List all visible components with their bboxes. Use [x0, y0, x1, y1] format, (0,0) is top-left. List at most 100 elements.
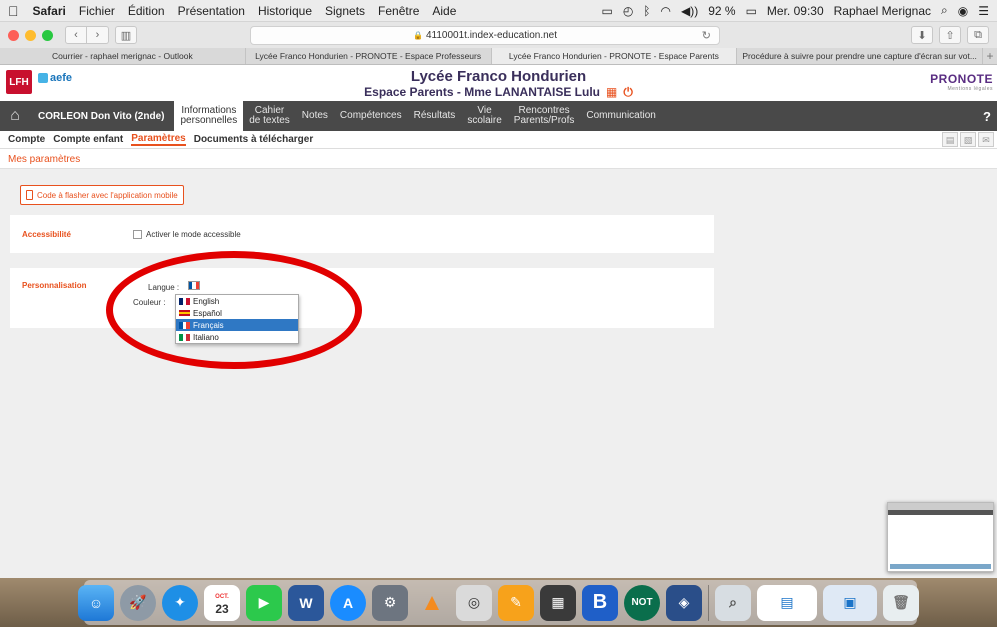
menu-status-area: ▭ ◴ ᛒ ◠ ◀)) 92 % ▭ Mer. 09:30 Raphael Me… — [601, 3, 989, 18]
pages-icon[interactable]: ✎ — [498, 584, 534, 621]
finder-icon[interactable]: ☺ — [78, 584, 114, 621]
apple-icon[interactable]:  — [8, 3, 19, 19]
app-store-icon[interactable]: A — [330, 584, 366, 621]
safari-icon[interactable]: ✦ — [162, 584, 198, 621]
qr-code-icon[interactable]: ▦ — [606, 85, 617, 99]
tab-capture-procedure[interactable]: Procédure à suivre pour prendre une capt… — [737, 48, 983, 64]
sidebar-toggle-button[interactable]: ▥ — [115, 26, 137, 44]
nav-vie-scolaire[interactable]: Vie scolaire — [461, 101, 507, 131]
subnav-documents[interactable]: Documents à télécharger — [194, 134, 314, 145]
address-bar[interactable]: 🔒 4110001t.index-education.net ↻ — [250, 26, 720, 45]
spotlight-icon[interactable]: ⌕ — [941, 3, 948, 18]
section-title: Mes paramètres — [0, 149, 997, 169]
nav-rencontres[interactable]: Rencontres Parents/Profs — [508, 101, 581, 131]
accessibility-label: Accessibilité — [22, 230, 71, 239]
menu-fichier[interactable]: Fichier — [79, 4, 115, 18]
forward-button[interactable]: › — [87, 26, 109, 44]
downloads-button[interactable]: ⬇ — [911, 26, 933, 44]
zoom-window-button[interactable] — [42, 29, 53, 41]
help-icon[interactable]: ? — [977, 101, 997, 131]
phone-icon — [26, 190, 33, 200]
nav-informations-personnelles[interactable]: Informations personnelles — [174, 101, 244, 131]
student-selector[interactable]: CORLEON Don Vito (2nde) — [30, 101, 174, 131]
siri-icon[interactable]: ◉ — [958, 4, 968, 18]
volume-icon[interactable]: ◀)) — [681, 4, 698, 18]
accessible-mode-checkbox[interactable]: Activer le mode accessible — [133, 230, 241, 239]
lock-icon: 🔒 — [413, 31, 423, 40]
menu-aide[interactable]: Aide — [432, 4, 456, 18]
share-button[interactable]: ⇧ — [939, 26, 961, 44]
menu-historique[interactable]: Historique — [258, 4, 312, 18]
mail-icon[interactable]: ✉ — [978, 132, 994, 147]
notability-icon[interactable]: NOT — [624, 584, 660, 621]
notification-center-icon[interactable]: ☰ — [978, 4, 989, 18]
safari-toolbar: ‹ › ▥ 🔒 4110001t.index-education.net ↻ ⬇… — [0, 22, 997, 48]
close-window-button[interactable] — [8, 29, 19, 41]
menu-app-name[interactable]: Safari — [33, 4, 66, 18]
browser-tabs: Courrier - raphael merignac - Outlook Ly… — [0, 48, 997, 65]
legal-mentions-link[interactable]: Mentions légales — [930, 86, 993, 92]
tab-pronote-professeurs[interactable]: Lycée Franco Hondurien - PRONOTE - Espac… — [246, 48, 492, 64]
system-preferences-icon[interactable]: ⚙ — [372, 584, 408, 621]
vlc-icon[interactable]: ▲ — [414, 585, 450, 621]
menu-presentation[interactable]: Présentation — [178, 4, 245, 18]
finder-window-icon[interactable]: ▣ — [823, 584, 877, 621]
subnav-compte-enfant[interactable]: Compte enfant — [53, 134, 123, 145]
checkbox-box[interactable] — [133, 230, 142, 239]
logout-icon[interactable]: ⏻ — [623, 85, 633, 99]
pronote-header: LFH aefe Lycée Franco Hondurien Espace P… — [0, 65, 997, 101]
minimize-window-button[interactable] — [25, 29, 36, 41]
calendar-month: OCT. — [215, 593, 229, 600]
nav-label: Compétences — [339, 110, 402, 121]
nav-communication[interactable]: Communication — [580, 101, 661, 131]
clock[interactable]: Mer. 09:30 — [767, 4, 824, 18]
menu-fenetre[interactable]: Fenêtre — [378, 4, 419, 18]
word-icon[interactable]: W — [288, 584, 324, 621]
sub-navigation: Compte Compte enfant Paramètres Document… — [0, 131, 997, 149]
qr-code-mobile-button[interactable]: Code à flasher avec l'application mobile — [20, 185, 184, 205]
screenshot-icon[interactable]: ◎ — [456, 584, 492, 621]
back-forward-group: ‹ › — [65, 26, 109, 44]
user-menu[interactable]: Raphael Merignac — [834, 4, 931, 18]
bluetooth-icon[interactable]: ᛒ — [643, 4, 650, 18]
tab-outlook[interactable]: Courrier - raphael merignac - Outlook — [0, 48, 246, 64]
virtualbox-icon[interactable]: ◈ — [666, 584, 702, 621]
accessible-mode-label: Activer le mode accessible — [146, 230, 241, 239]
time-machine-icon[interactable]: ◴ — [623, 4, 633, 18]
calculator-icon[interactable]: ▦ — [540, 584, 576, 621]
trash-icon[interactable]: 🗑 — [883, 584, 919, 621]
facetime-icon[interactable]: ▶ — [246, 584, 282, 621]
nav-cahier-de-textes[interactable]: Cahier de textes — [243, 101, 296, 131]
menu-signets[interactable]: Signets — [325, 4, 365, 18]
print-icon[interactable]: ▤ — [942, 132, 958, 147]
subnav-compte[interactable]: Compte — [8, 134, 45, 145]
subnav-parametres[interactable]: Paramètres — [131, 133, 186, 146]
nav-competences[interactable]: Compétences — [334, 101, 408, 131]
bbedit-icon[interactable]: B — [582, 584, 618, 621]
battery-percent[interactable]: 92 % — [708, 4, 735, 18]
nav-resultats[interactable]: Résultats — [408, 101, 462, 131]
new-tab-button[interactable]: + — [983, 48, 997, 64]
nav-notes[interactable]: Notes — [296, 101, 334, 131]
settings-content: Code à flasher avec l'application mobile… — [0, 169, 997, 578]
outlook-window-icon[interactable]: ▤ — [757, 584, 817, 621]
accessibility-panel: Accessibilité Activer le mode accessible — [10, 215, 714, 253]
menu-edition[interactable]: Édition — [128, 4, 165, 18]
calendar-icon[interactable]: OCT. 23 — [204, 584, 240, 621]
airplay-icon[interactable]: ▭ — [601, 4, 612, 18]
battery-icon[interactable]: ▭ — [746, 4, 757, 18]
tabs-overview-button[interactable]: ⧉ — [967, 26, 989, 44]
pdf-icon[interactable]: ▧ — [960, 132, 976, 147]
home-icon[interactable]: ⌂ — [0, 101, 30, 131]
back-button[interactable]: ‹ — [65, 26, 87, 44]
annotation-ellipse — [106, 251, 362, 369]
toolbar-right: ⬇ ⇧ ⧉ — [911, 26, 989, 44]
wifi-icon[interactable]: ◠ — [661, 4, 671, 18]
tab-pronote-parents[interactable]: Lycée Franco Hondurien - PRONOTE - Espac… — [491, 48, 738, 64]
reload-icon[interactable]: ↻ — [702, 29, 711, 42]
url-text: 4110001t.index-education.net — [425, 30, 557, 41]
preview-icon[interactable]: ⌕ — [715, 584, 751, 621]
launchpad-icon[interactable]: 🚀 — [120, 584, 156, 621]
screenshot-thumbnail[interactable] — [887, 502, 994, 572]
pronote-logo[interactable]: PRONOTE Mentions légales — [930, 72, 993, 92]
